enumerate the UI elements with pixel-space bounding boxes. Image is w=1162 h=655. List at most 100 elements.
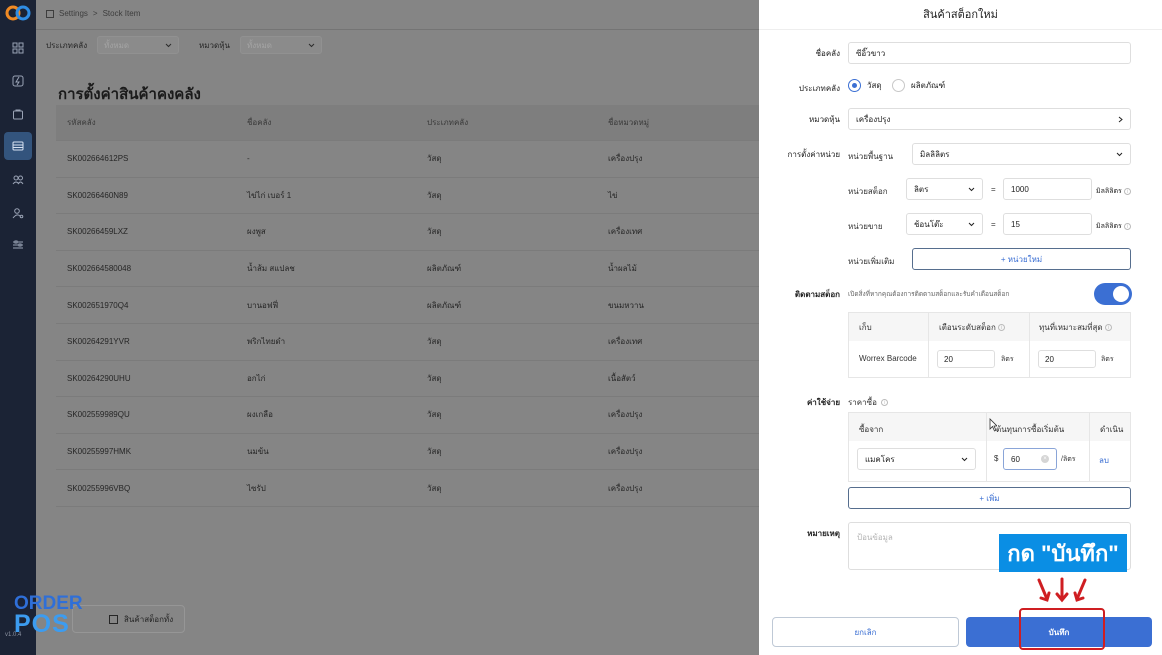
column-header: ชื่อหมวดหมู่ (608, 118, 650, 127)
users-nav-icon[interactable] (4, 166, 32, 194)
table-cell: วัสดุ (427, 190, 442, 200)
mouse-cursor-icon (989, 418, 997, 432)
info-icon: i (1104, 324, 1112, 331)
base-unit-select[interactable]: มิลลิลิตร (912, 143, 1131, 165)
clear-icon[interactable]: × (1041, 455, 1049, 463)
box-icon (109, 614, 118, 624)
name-input[interactable]: ซีอิ๊วขาว (848, 42, 1131, 64)
table-row[interactable]: SK002664580048 น้ำส้ม สแปลช ผลิตภัณฑ์ น้ำผล… (56, 251, 759, 288)
breadcrumb: Settings > Stock Item (46, 9, 140, 18)
chevron-down-icon (968, 187, 975, 191)
category-filter-label: หมวดหุ้น (199, 40, 230, 50)
cost-price-input[interactable]: 60 × (1003, 448, 1057, 470)
table-row[interactable]: SK002559989QU ผงเกลือ วัสดุ เครื่องปรุง (56, 397, 759, 434)
table-cell: วัสดุ (427, 447, 442, 457)
inventory-nav-icon[interactable] (4, 132, 32, 160)
table-cell: เนื้อสัตว์ (608, 373, 636, 383)
table-cell: พริกไทยดำ (247, 337, 286, 347)
nav-rail: v1.0.4 (0, 0, 36, 655)
table-row[interactable]: SK00255996VBQ ไซรัป วัสดุ เครื่องปรุง (56, 470, 759, 507)
table-cell: วัสดุ (427, 410, 442, 420)
delete-link[interactable]: ลบ (1099, 454, 1109, 467)
extra-unit-label: หน่วยเพิ่มเติม (848, 257, 895, 266)
category-select-value: ทั้งหมด (246, 40, 272, 50)
sell-unit-label: หน่วยขาย (848, 222, 883, 231)
cost-label: ค่าใช้จ่าย (806, 398, 840, 407)
main-area: Settings > Stock Item ประเภทคลัง ทั้งหมด… (36, 0, 795, 655)
stock-unit-label: หน่วยสต็อก (848, 187, 888, 196)
table-cell: ผงเกลือ (247, 410, 273, 420)
column-header: ต้นทุนการซื้อเริ่มต้น (996, 425, 1065, 434)
table-cell: SK00266459LXZ (67, 227, 128, 237)
column-header: รหัสคลัง (67, 118, 96, 127)
table-cell: น้ำผลไม้ (608, 264, 637, 274)
sliders-nav-icon[interactable] (4, 231, 32, 259)
bag-nav-icon[interactable] (4, 100, 32, 128)
base-unit-value: มิลลิลิตร (920, 149, 950, 159)
divider (36, 29, 759, 30)
chevron-right-icon (1118, 116, 1123, 122)
cancel-button[interactable]: ยกเลิก (772, 617, 959, 647)
optimal-level-value: 20 (1045, 354, 1054, 364)
table-cell: วัสดุ (427, 227, 442, 237)
column-header: เตือนระดับสต็อก i (939, 321, 1006, 334)
category-picker[interactable]: เครื่องปรุง (848, 108, 1131, 130)
breadcrumb-root[interactable]: Settings (59, 9, 88, 18)
info-icon: i (1123, 222, 1131, 230)
type-radio-product[interactable]: ผลิตภัณฑ์ (892, 79, 945, 92)
dashboard-nav-icon[interactable] (4, 34, 32, 62)
chevron-down-icon (1116, 152, 1123, 156)
brand-logo: ORDER POS (14, 594, 83, 638)
table-cell: ไข่ (608, 190, 618, 200)
table-row[interactable]: SK002664612PS - วัสดุ เครื่องปรุง (56, 141, 759, 178)
bolt-nav-icon[interactable] (4, 67, 32, 95)
tracking-label: ติดตามสต็อก (794, 290, 840, 299)
add-cost-button[interactable]: + เพิ่ม (848, 487, 1131, 509)
name-input-value: ซีอิ๊วขาว (856, 48, 886, 58)
category-select[interactable]: ทั้งหมด (239, 36, 322, 54)
save-highlight-box (1019, 608, 1105, 650)
all-stock-button[interactable]: สินค้าสต็อกทั้ง (72, 605, 185, 633)
panel-title: สินค้าสต็อกใหม่ (759, 0, 1162, 30)
stock-unit-qty-value: 1000 (1011, 184, 1029, 194)
category-filter: หมวดหุ้น ทั้งหมด (199, 36, 322, 54)
unit-settings-label: การตั้งค่าหน่วย (787, 150, 841, 159)
type-option-label: ผลิตภัณฑ์ (911, 81, 946, 90)
table-cell: เครื่องปรุง (608, 447, 643, 457)
alert-level-value: 20 (944, 354, 953, 364)
stock-unit-suffix-text: มิลลิลิตร (1096, 188, 1122, 195)
table-row[interactable]: SK00266459LXZ ผงพูส วัสดุ เครื่องเทศ (56, 214, 759, 251)
optimal-level-input[interactable]: 20 (1038, 350, 1096, 368)
table-row[interactable]: SK00264291YVR พริกไทยดำ วัสดุ เครื่องเทศ (56, 324, 759, 361)
table-cell: เครื่องเทศ (608, 227, 643, 237)
page-title: การตั้งค่าสินค้าคงคลัง (58, 86, 201, 103)
sell-unit-qty-input[interactable]: 15 (1003, 213, 1092, 235)
table-row[interactable]: SK00264290UHU อกไก่ วัสดุ เนื้อสัตว์ (56, 361, 759, 398)
sell-unit-select[interactable]: ช้อนโต๊ะ (906, 213, 983, 235)
alert-level-input[interactable]: 20 (937, 350, 995, 368)
supplier-select[interactable]: แมคโคร (857, 448, 976, 470)
table-row[interactable]: SK00255997HMK นมข้น วัสดุ เครื่องปรุง (56, 434, 759, 471)
brand-line-2: POS (14, 610, 70, 638)
tracking-toggle[interactable] (1094, 283, 1132, 305)
note-label: หมายเหตุ (807, 529, 840, 538)
stock-unit-select[interactable]: ลิตร (906, 178, 983, 200)
table-cell: เครื่องปรุง (608, 154, 643, 164)
table-header: รหัสคลัง ชื่อคลัง ประเภทคลัง ชื่อหมวดหมู… (56, 105, 759, 141)
new-stock-panel: สินค้าสต็อกใหม่ ชื่อคลัง ซีอิ๊วขาว ประเภ… (759, 0, 1162, 655)
type-label: ประเภทคลัง (798, 84, 840, 93)
table-row[interactable]: SK002651970Q4 บานอฟฟี่ ผลิตภัณฑ์ ขนมหวาน (56, 287, 759, 324)
add-unit-button[interactable]: + หน่วยใหม่ (912, 248, 1131, 270)
optimal-level-unit: ลิตร (1101, 356, 1114, 363)
column-header: เก็บ (859, 323, 872, 332)
user-settings-nav-icon[interactable] (4, 199, 32, 227)
table-cell: SK002664612PS (67, 154, 129, 164)
table-row[interactable]: SK00266460N89 ไข่ไก่ เบอร์ 1 วัสดุ ไข่ (56, 178, 759, 215)
app-logo-icon[interactable] (5, 5, 31, 21)
type-radio-material[interactable]: วัสดุ (848, 79, 882, 92)
stock-unit-value: ลิตร (914, 184, 929, 194)
stock-unit-qty-input[interactable]: 1000 (1003, 178, 1092, 200)
table-cell: ผลิตภัณฑ์ (427, 300, 462, 310)
stock-type-select[interactable]: ทั้งหมด (97, 36, 180, 54)
table-cell: ผงพูส (247, 227, 266, 237)
